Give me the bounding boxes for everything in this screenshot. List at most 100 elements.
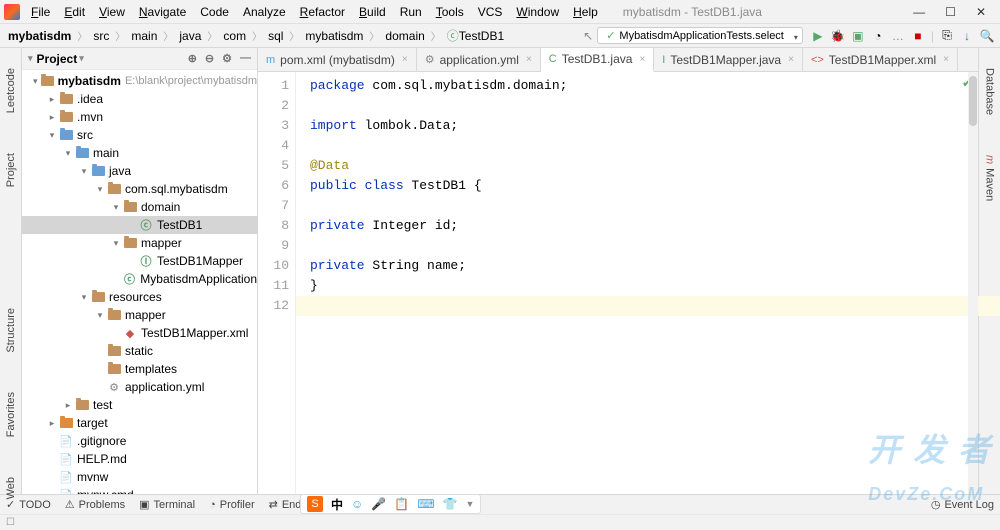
ime-lang[interactable]: 中: [331, 496, 343, 513]
tree-node-src[interactable]: ▾src: [22, 126, 257, 144]
menu-view[interactable]: View: [92, 3, 132, 21]
tree-node-mybatisdmapplication[interactable]: ⓒMybatisdmApplication: [22, 270, 257, 288]
tab-close-icon[interactable]: ×: [639, 54, 645, 65]
ime-emoji-icon[interactable]: ☺: [351, 497, 363, 511]
tool-favorites[interactable]: Favorites: [5, 392, 17, 437]
crumb-src[interactable]: src: [91, 29, 111, 43]
tree-node--mvn[interactable]: ▸.mvn: [22, 108, 257, 126]
code-line-3[interactable]: import lombok.Data;: [310, 116, 978, 136]
tool-web[interactable]: Web: [5, 477, 17, 499]
stop-icon[interactable]: ■: [911, 29, 925, 43]
tab-close-icon[interactable]: ×: [526, 54, 532, 65]
menu-file[interactable]: File: [24, 3, 57, 21]
tool-maven[interactable]: mMaven: [984, 155, 996, 201]
expand-icon[interactable]: ⊕: [188, 52, 197, 65]
tool-project[interactable]: Project: [5, 153, 17, 187]
close-icon[interactable]: ✕: [976, 5, 986, 19]
menu-code[interactable]: Code: [193, 3, 236, 21]
tool-problems[interactable]: ⚠ Problems: [65, 498, 125, 511]
scrollbar-thumb[interactable]: [969, 76, 977, 126]
debug-icon[interactable]: 🐞: [831, 29, 845, 43]
tree-node-target[interactable]: ▸target: [22, 414, 257, 432]
update-icon[interactable]: ↓: [960, 29, 974, 43]
menu-help[interactable]: Help: [566, 3, 605, 21]
code-line-12[interactable]: [296, 296, 1000, 316]
tab-close-icon[interactable]: ×: [402, 54, 408, 65]
tab-pom-xml[interactable]: mpom.xml (mybatisdm)×: [258, 48, 417, 72]
crumb-domain[interactable]: domain: [383, 29, 426, 43]
tab-close-icon[interactable]: ×: [943, 54, 949, 65]
tree-node-mvnw-cmd[interactable]: 📄mvnw.cmd: [22, 486, 257, 494]
tree-node-java[interactable]: ▾java: [22, 162, 257, 180]
menu-refactor[interactable]: Refactor: [293, 3, 352, 21]
tool-todo[interactable]: ✓ TODO: [6, 498, 51, 511]
code-line-4[interactable]: [310, 136, 978, 156]
tree-node-resources[interactable]: ▾resources: [22, 288, 257, 306]
code-line-10[interactable]: private String name;: [310, 256, 978, 276]
chevron-down-icon[interactable]: ▾: [28, 53, 33, 64]
event-log[interactable]: ◷ Event Log: [931, 498, 994, 511]
profile-icon[interactable]: ◔: [871, 29, 885, 43]
scrollbar[interactable]: [968, 72, 978, 494]
tree-node-testdb1mapper[interactable]: ⒾTestDB1Mapper: [22, 252, 257, 270]
crumb-sql[interactable]: sql: [266, 29, 285, 43]
tree-node-help-md[interactable]: 📄HELP.md: [22, 450, 257, 468]
code-line-6[interactable]: public class TestDB1 {: [310, 176, 978, 196]
tool-profiler[interactable]: ◔ Profiler: [209, 499, 255, 511]
menu-edit[interactable]: Edit: [57, 3, 92, 21]
crumb-java[interactable]: java: [177, 29, 203, 43]
hide-icon[interactable]: —: [240, 52, 251, 65]
attach-icon[interactable]: …: [891, 29, 905, 43]
ime-clipboard-icon[interactable]: 📋: [394, 497, 409, 511]
crumb-main[interactable]: main: [129, 29, 159, 43]
tree-root[interactable]: ▾mybatisdmE:\blank\project\mybatisdm: [22, 72, 257, 90]
menu-build[interactable]: Build: [352, 3, 393, 21]
menu-window[interactable]: Window: [509, 3, 566, 21]
coverage-icon[interactable]: ▣: [851, 29, 865, 43]
tree-node--idea[interactable]: ▸.idea: [22, 90, 257, 108]
menu-navigate[interactable]: Navigate: [132, 3, 193, 21]
menu-tools[interactable]: Tools: [429, 3, 471, 21]
menu-run[interactable]: Run: [393, 3, 429, 21]
tree-node-domain[interactable]: ▾domain: [22, 198, 257, 216]
tab-application-yml[interactable]: ⚙application.yml×: [417, 48, 541, 72]
ime-toolbar[interactable]: S 中 ☺ 🎤 📋 ⌨ 👕 ▼: [300, 494, 481, 514]
menu-analyze[interactable]: Analyze: [236, 3, 293, 21]
tool-leetcode[interactable]: Leetcode: [5, 68, 17, 113]
tree-node-test[interactable]: ▸test: [22, 396, 257, 414]
tool-terminal[interactable]: ▣ Terminal: [139, 498, 195, 511]
select-open-icon[interactable]: ⊖: [205, 52, 214, 65]
tab-testdb1mapper-xml[interactable]: <>TestDB1Mapper.xml×: [803, 48, 958, 72]
code-line-2[interactable]: [310, 96, 978, 116]
search-icon[interactable]: 🔍: [980, 29, 994, 43]
crumb-com[interactable]: com: [221, 29, 248, 43]
code-line-11[interactable]: }: [310, 276, 978, 296]
run-icon[interactable]: ▶: [811, 29, 825, 43]
tree-node-testdb1[interactable]: ⓒTestDB1: [22, 216, 257, 234]
tree-node-templates[interactable]: templates: [22, 360, 257, 378]
project-tree[interactable]: ▾mybatisdmE:\blank\project\mybatisdm▸.id…: [22, 70, 257, 494]
tool-database[interactable]: Database: [984, 68, 996, 115]
code-line-5[interactable]: @Data: [310, 156, 978, 176]
tree-node-mapper[interactable]: ▾mapper: [22, 234, 257, 252]
maximize-icon[interactable]: ☐: [945, 5, 956, 19]
run-configuration-select[interactable]: ✓MybatisdmApplicationTests.select▾: [597, 27, 803, 44]
tree-node-com-sql-mybatisdm[interactable]: ▾com.sql.mybatisdm: [22, 180, 257, 198]
code-area[interactable]: package com.sql.mybatisdm.domain;import …: [296, 72, 978, 494]
tree-node-testdb1mapper-xml[interactable]: ◆TestDB1Mapper.xml: [22, 324, 257, 342]
crumb-testdb1[interactable]: ⓒTestDB1: [445, 27, 506, 44]
tree-node-application-yml[interactable]: ⚙application.yml: [22, 378, 257, 396]
crumb-mybatisdm[interactable]: mybatisdm: [303, 29, 365, 43]
code-line-9[interactable]: [310, 236, 978, 256]
ime-skin-icon[interactable]: 👕: [443, 497, 458, 511]
minimize-icon[interactable]: —: [913, 5, 925, 19]
tree-node-main[interactable]: ▾main: [22, 144, 257, 162]
crumb-mybatisdm[interactable]: mybatisdm: [6, 29, 73, 43]
code-editor[interactable]: 123456789101112 package com.sql.mybatisd…: [258, 72, 978, 494]
tree-node-mapper[interactable]: ▾mapper: [22, 306, 257, 324]
tree-node-mvnw[interactable]: 📄mvnw: [22, 468, 257, 486]
tree-node-static[interactable]: static: [22, 342, 257, 360]
status-icon[interactable]: ☐: [6, 517, 15, 528]
tab-testdb1mapper-java[interactable]: ITestDB1Mapper.java×: [654, 48, 803, 72]
code-line-8[interactable]: private Integer id;: [310, 216, 978, 236]
